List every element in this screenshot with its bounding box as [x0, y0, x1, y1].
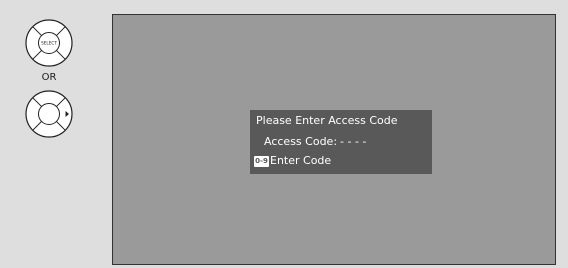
or-label: OR: [41, 72, 57, 83]
enter-code-hint: 0-9 Enter Code: [254, 154, 331, 168]
tv-screen: Please Enter Access Code Access Code: - -…: [112, 14, 556, 265]
number-keys-icon: 0-9: [254, 155, 269, 167]
remote-instructions: SELECT OR: [0, 0, 110, 268]
select-label: SELECT: [41, 41, 57, 46]
dialog-title: Please Enter Access Code: [256, 114, 398, 127]
access-code-dialog: Please Enter Access Code Access Code: - -…: [250, 110, 432, 174]
select-button-dpad-icon: SELECT: [24, 18, 74, 68]
access-code-row: Access Code: - - - -: [264, 135, 366, 149]
right-arrow-dpad-icon: [24, 89, 74, 139]
access-code-label: Access Code:: [264, 135, 338, 148]
enter-code-label: Enter Code: [270, 154, 332, 167]
access-code-field[interactable]: - - - -: [340, 135, 366, 148]
